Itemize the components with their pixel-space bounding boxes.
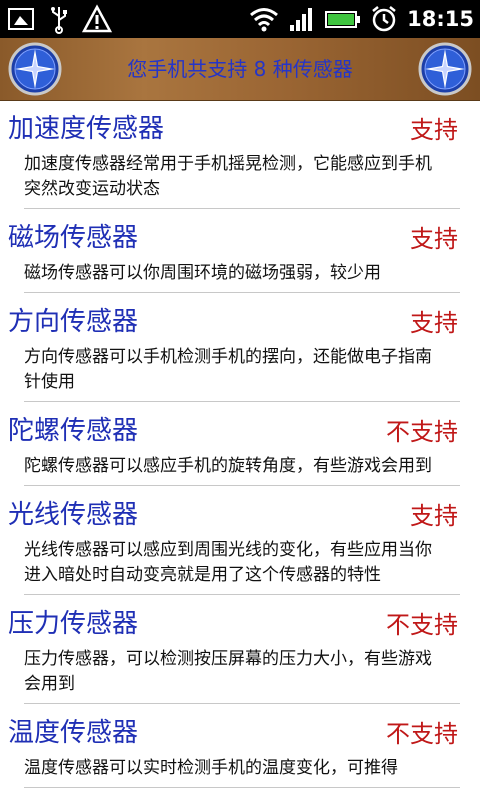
list-item[interactable]: 陀螺传感器 不支持 陀螺传感器可以感应手机的旋转角度，有些游戏会用到 — [0, 402, 480, 486]
sensor-description: 压力传感器，可以检测按压屏幕的压力大小，有些游戏会用到 — [24, 647, 460, 704]
sensor-list[interactable]: 加速度传感器 支持 加速度传感器经常用于手机摇晃检测，它能感应到手机突然改变运动… — [0, 100, 480, 788]
status-bar: 18:15 — [0, 0, 480, 38]
sensor-description: 温度传感器可以实时检测手机的温度变化，可推得 — [24, 756, 460, 788]
sensor-name: 陀螺传感器 — [8, 416, 139, 446]
list-item[interactable]: 压力传感器 不支持 压力传感器，可以检测按压屏幕的压力大小，有些游戏会用到 — [0, 595, 480, 704]
sensor-name: 加速度传感器 — [8, 114, 165, 144]
sensor-description: 方向传感器可以手机检测手机的摆向，还能做电子指南针使用 — [24, 345, 460, 402]
clock-time: 18:15 — [407, 7, 474, 31]
signal-icon — [290, 8, 313, 31]
list-item[interactable]: 加速度传感器 支持 加速度传感器经常用于手机摇晃检测，它能感应到手机突然改变运动… — [0, 100, 480, 209]
battery-icon — [325, 11, 361, 28]
sensor-description: 陀螺传感器可以感应手机的旋转角度，有些游戏会用到 — [24, 454, 460, 486]
page-title: 您手机共支持 8 种传感器 — [127, 57, 353, 81]
sensor-status: 不支持 — [386, 720, 458, 748]
screenshot-icon — [8, 8, 34, 30]
usb-icon — [51, 7, 67, 34]
app-header: 您手机共支持 8 种传感器 — [0, 38, 480, 101]
sensor-status: 支持 — [410, 309, 458, 337]
list-item[interactable]: 方向传感器 支持 方向传感器可以手机检测手机的摆向，还能做电子指南针使用 — [0, 293, 480, 402]
compass-icon — [8, 42, 62, 96]
list-item[interactable]: 光线传感器 支持 光线传感器可以感应到周围光线的变化，有些应用当你进入暗处时自动… — [0, 486, 480, 595]
sensor-status: 支持 — [410, 225, 458, 253]
sensor-status: 不支持 — [386, 418, 458, 446]
warning-icon — [82, 4, 112, 33]
sensor-name: 光线传感器 — [8, 500, 139, 530]
sensor-name: 压力传感器 — [8, 609, 139, 639]
sensor-status: 不支持 — [386, 611, 458, 639]
sensor-name: 磁场传感器 — [8, 223, 139, 253]
sensor-name: 方向传感器 — [8, 307, 139, 337]
list-item[interactable]: 温度传感器 不支持 温度传感器可以实时检测手机的温度变化，可推得 — [0, 704, 480, 788]
wifi-icon — [250, 8, 279, 32]
sensor-status: 支持 — [410, 116, 458, 144]
sensor-description: 加速度传感器经常用于手机摇晃检测，它能感应到手机突然改变运动状态 — [24, 152, 460, 209]
compass-icon — [418, 42, 472, 96]
alarm-icon — [372, 6, 396, 32]
sensor-description: 磁场传感器可以你周围环境的磁场强弱，较少用 — [24, 261, 460, 293]
list-item[interactable]: 磁场传感器 支持 磁场传感器可以你周围环境的磁场强弱，较少用 — [0, 209, 480, 293]
sensor-name: 温度传感器 — [8, 718, 139, 748]
sensor-status: 支持 — [410, 502, 458, 530]
sensor-description: 光线传感器可以感应到周围光线的变化，有些应用当你进入暗处时自动变亮就是用了这个传… — [24, 538, 460, 595]
